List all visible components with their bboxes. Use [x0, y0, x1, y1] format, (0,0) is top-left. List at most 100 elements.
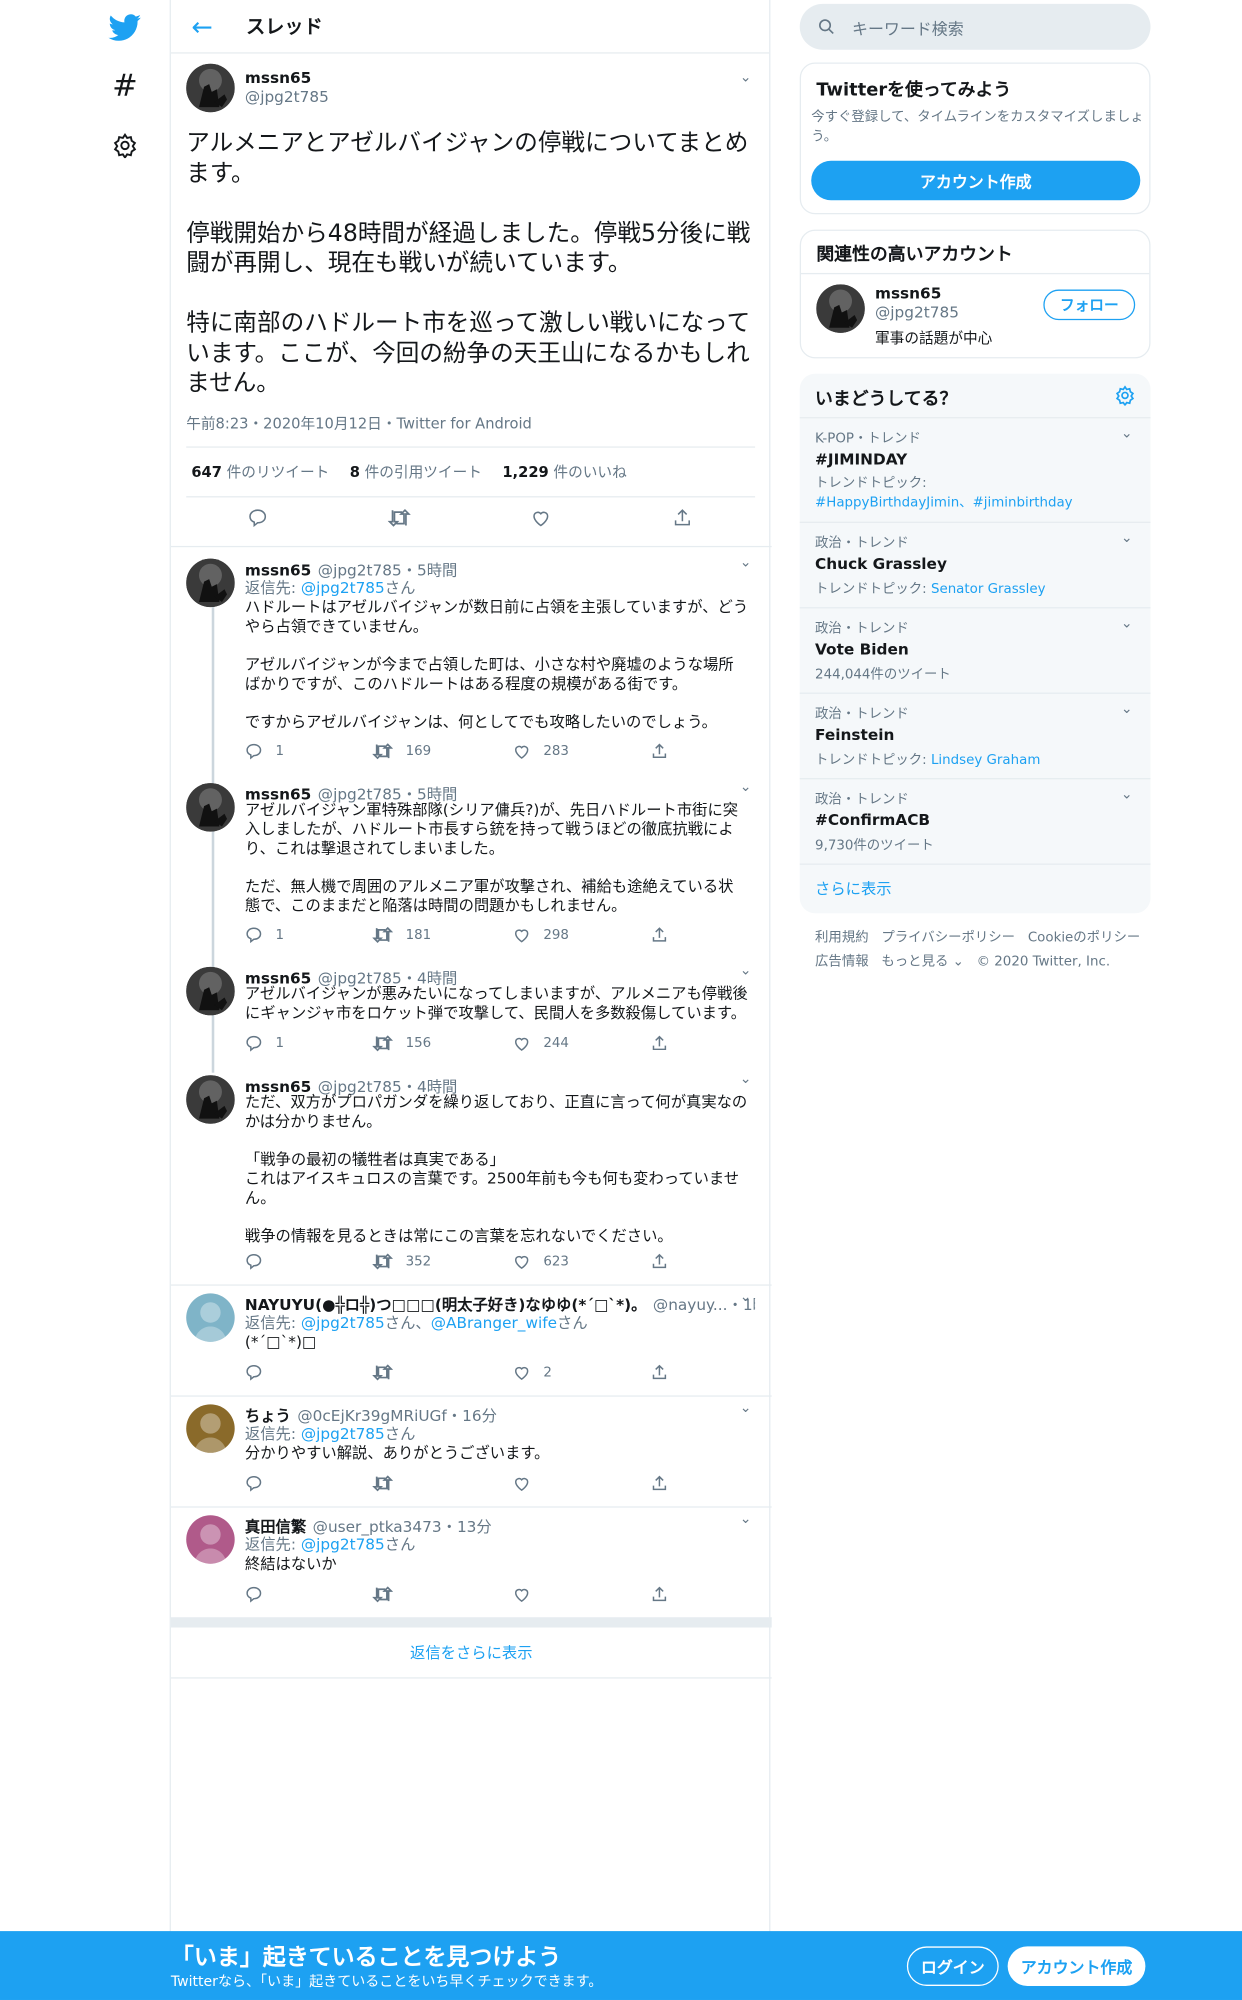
retweet-icon[interactable]: 169	[372, 740, 431, 763]
reply-tweet[interactable]: mssn65 @jpg2t785・4時間 ⌄ ただ、双方がプロパガンダを繰り返してお…	[171, 1068, 772, 1286]
reply-icon[interactable]	[245, 1472, 276, 1495]
trend-topic-link[interactable]: Senator Grassley	[931, 582, 1046, 597]
chevron-down-icon[interactable]: ⌄	[740, 778, 752, 795]
trend-item[interactable]: K-POP・トレンド #JIMINDAY トレンドトピック: #HappyBirth…	[799, 418, 1151, 523]
reply-icon[interactable]: 1	[245, 740, 284, 763]
reply-icon[interactable]	[245, 1250, 276, 1273]
chevron-down-icon[interactable]: ⌄	[740, 1510, 752, 1527]
reply-icon[interactable]	[245, 1583, 276, 1606]
like-icon[interactable]: 298	[513, 923, 569, 946]
create-account-button[interactable]: アカウント作成	[811, 160, 1141, 201]
related-handle[interactable]: @jpg2t785	[875, 304, 959, 322]
reply-tweet[interactable]: ちょう @0cEjKr39gMRiUGf・16分 ⌄ 返信先: @jpg2t785さ…	[171, 1397, 772, 1508]
search-input[interactable]: キーワード検索	[852, 15, 964, 39]
retweet-icon[interactable]	[387, 506, 411, 529]
reply-tweet[interactable]: mssn65 @jpg2t785・4時間 ⌄ アゼルバイジャンが悪みたいになってしま…	[171, 959, 772, 1067]
author-handle[interactable]: @jpg2t785	[245, 88, 329, 106]
retweet-icon[interactable]: 181	[372, 923, 431, 946]
terms-link[interactable]: 利用規約	[815, 930, 869, 945]
share-icon[interactable]	[651, 1472, 669, 1495]
ads-link[interactable]: 広告情報	[815, 954, 869, 969]
reply-tweet[interactable]: 真田信繁 @user_ptka3473・13分 ⌄ 返信先: @jpg2t785さん…	[171, 1508, 772, 1619]
trend-topic-link[interactable]: #HappyBirthdayJimin、#jiminbirthday	[815, 495, 1073, 510]
retweet-stat[interactable]: 647 件のリツイート	[191, 462, 329, 482]
retweet-icon[interactable]	[372, 1472, 405, 1495]
share-icon[interactable]	[651, 1361, 669, 1384]
share-icon[interactable]	[651, 1250, 669, 1273]
mention-link[interactable]: @jpg2t785	[301, 1536, 385, 1554]
mention-link[interactable]: @ABranger_wife	[431, 1314, 557, 1332]
retweet-icon[interactable]	[372, 1361, 405, 1384]
follow-button[interactable]: フォロー	[1043, 289, 1136, 321]
trend-item[interactable]: 政治・トレンド #ConfirmACB 9,730件のツイート ⌄	[799, 779, 1151, 865]
share-icon[interactable]	[651, 1032, 669, 1055]
chevron-down-icon[interactable]: ⌄	[1121, 529, 1133, 546]
timestamp[interactable]: ・13分	[442, 1518, 492, 1536]
share-icon[interactable]	[651, 740, 669, 763]
back-arrow-icon[interactable]: ←	[191, 13, 227, 39]
like-stat[interactable]: 1,229 件のいいね	[502, 462, 626, 482]
chevron-down-icon[interactable]: ⌄	[740, 1288, 752, 1305]
avatar[interactable]	[816, 284, 865, 333]
trend-name[interactable]: Chuck Grassley	[815, 555, 1135, 573]
avatar[interactable]	[186, 1515, 235, 1564]
share-icon[interactable]	[651, 923, 669, 946]
reply-icon[interactable]	[245, 1361, 276, 1384]
chevron-down-icon[interactable]: ⌄	[1121, 425, 1133, 442]
twitter-logo-icon[interactable]	[99, 3, 150, 54]
gear-icon[interactable]	[1115, 385, 1135, 411]
more-link[interactable]: もっと見る ⌄	[881, 954, 963, 969]
reply-icon[interactable]: 1	[245, 1032, 284, 1055]
avatar[interactable]	[186, 1404, 235, 1453]
signup-button[interactable]: アカウント作成	[1007, 1946, 1146, 1986]
related-name[interactable]: mssn65	[875, 284, 941, 302]
settings-gear-icon[interactable]	[99, 120, 150, 171]
login-button[interactable]: ログイン	[906, 1946, 999, 1986]
show-more-replies-link[interactable]: 返信をさらに表示	[171, 1642, 772, 1664]
avatar[interactable]	[186, 1293, 235, 1342]
chevron-down-icon[interactable]: ⌄	[740, 1070, 752, 1087]
cookie-link[interactable]: Cookieのポリシー	[1028, 930, 1140, 945]
share-icon[interactable]	[672, 506, 692, 529]
mention-link[interactable]: @jpg2t785	[301, 1425, 385, 1443]
trend-item[interactable]: 政治・トレンド Chuck Grassley トレンドトピック: Senator G…	[799, 523, 1151, 609]
chevron-down-icon[interactable]: ⌄	[1121, 700, 1133, 717]
show-more-trends-link[interactable]: さらに表示	[815, 878, 892, 900]
chevron-down-icon[interactable]: ⌄	[740, 554, 752, 571]
mention-link[interactable]: @jpg2t785	[301, 579, 385, 597]
author-handle[interactable]: @nayuy...	[653, 1296, 728, 1314]
reply-tweet[interactable]: mssn65 @jpg2t785・5時間 ⌄ アゼルバイジャン軍特殊部隊(シリア傭兵…	[171, 776, 772, 960]
mention-link[interactable]: @jpg2t785	[301, 1314, 385, 1332]
like-icon[interactable]: 623	[513, 1250, 569, 1273]
retweet-icon[interactable]: 352	[372, 1250, 431, 1273]
avatar[interactable]	[186, 558, 235, 608]
like-icon[interactable]: 244	[513, 1032, 569, 1055]
reply-tweet[interactable]: mssn65 @jpg2t785・5時間 ⌄ 返信先: @jpg2t785さん ハドル…	[171, 551, 772, 775]
trend-name[interactable]: Vote Biden	[815, 640, 1135, 658]
search-box[interactable]: キーワード検索	[799, 3, 1151, 50]
like-icon[interactable]	[513, 1583, 544, 1606]
like-icon[interactable]: 283	[513, 740, 569, 763]
avatar[interactable]	[186, 63, 235, 113]
reply-icon[interactable]	[247, 506, 267, 529]
share-icon[interactable]	[651, 1583, 669, 1606]
avatar[interactable]	[186, 1075, 235, 1124]
avatar[interactable]	[186, 783, 235, 832]
explore-hashtag-icon[interactable]: #	[99, 60, 150, 111]
quote-stat[interactable]: 8 件の引用ツイート	[350, 462, 482, 482]
author-name[interactable]: mssn65	[245, 69, 311, 87]
reply-icon[interactable]: 1	[245, 923, 284, 946]
trend-name[interactable]: #JIMINDAY	[815, 450, 1135, 468]
trend-name[interactable]: #ConfirmACB	[815, 811, 1135, 829]
like-icon[interactable]	[513, 1472, 544, 1495]
like-icon[interactable]	[531, 506, 551, 529]
chevron-down-icon[interactable]: ⌄	[1121, 786, 1133, 803]
retweet-icon[interactable]	[372, 1583, 405, 1606]
trend-item[interactable]: 政治・トレンド Vote Biden 244,044件のツイート ⌄	[799, 608, 1151, 694]
trend-topic-link[interactable]: Lindsey Graham	[931, 753, 1040, 768]
trend-name[interactable]: Feinstein	[815, 726, 1135, 744]
chevron-down-icon[interactable]: ⌄	[1121, 615, 1133, 632]
avatar[interactable]	[186, 966, 235, 1016]
chevron-down-icon[interactable]: ⌄	[740, 1399, 752, 1416]
trend-item[interactable]: 政治・トレンド Feinstein トレンドトピック: Lindsey Graham…	[799, 694, 1151, 780]
